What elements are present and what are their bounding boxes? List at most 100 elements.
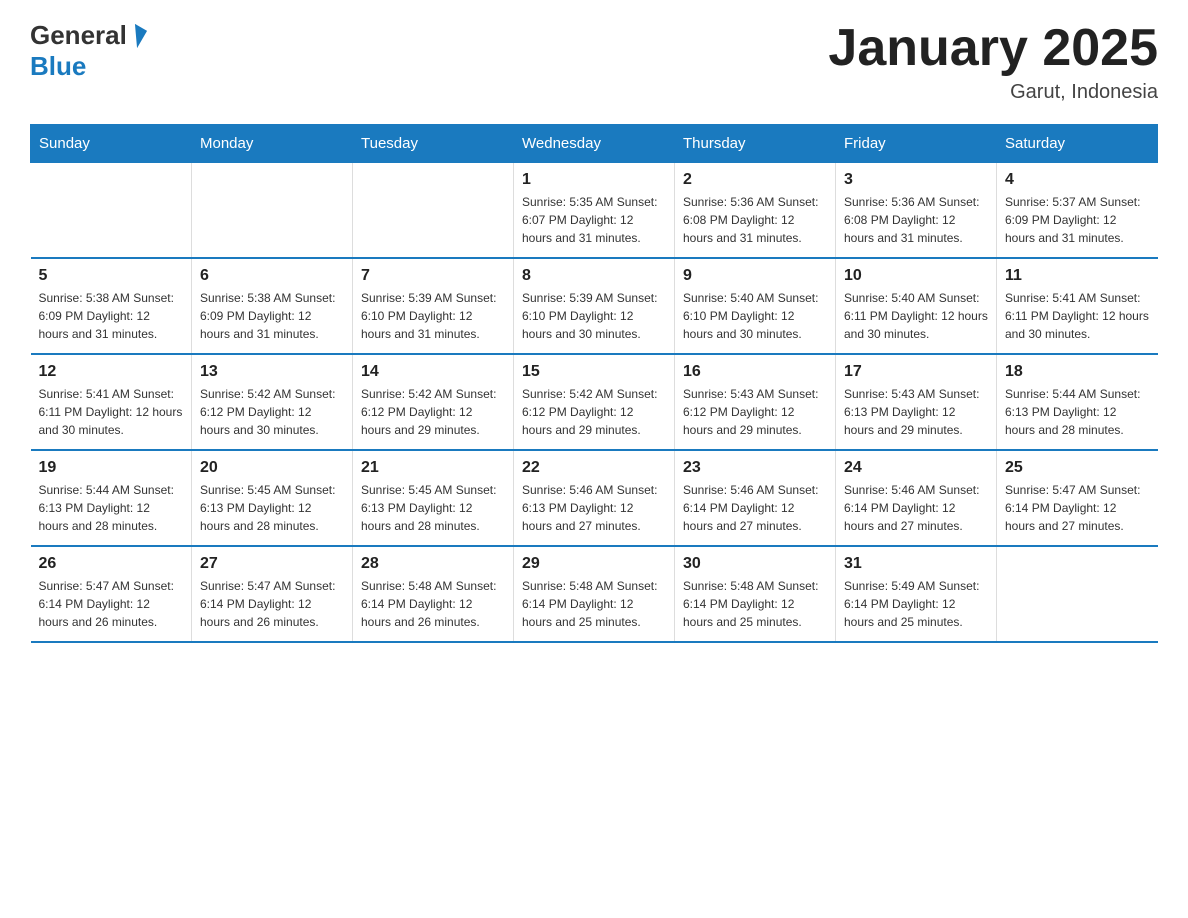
day-info: Sunrise: 5:46 AM Sunset: 6:13 PM Dayligh… — [522, 481, 666, 535]
day-number: 23 — [683, 459, 827, 477]
day-number: 14 — [361, 363, 505, 381]
calendar-day-cell: 17 Sunrise: 5:43 AM Sunset: 6:13 PM Dayli… — [836, 354, 997, 450]
calendar-table: SundayMondayTuesdayWednesdayThursdayFrid… — [30, 124, 1158, 643]
calendar-day-cell: 23 Sunrise: 5:46 AM Sunset: 6:14 PM Dayli… — [675, 450, 836, 546]
calendar-day-cell: 20 Sunrise: 5:45 AM Sunset: 6:13 PM Dayli… — [192, 450, 353, 546]
day-info: Sunrise: 5:42 AM Sunset: 6:12 PM Dayligh… — [361, 385, 505, 439]
day-number: 7 — [361, 267, 505, 285]
page-subtitle: Garut, Indonesia — [828, 81, 1158, 104]
calendar-day-cell: 3 Sunrise: 5:36 AM Sunset: 6:08 PM Daylig… — [836, 163, 997, 259]
day-info: Sunrise: 5:36 AM Sunset: 6:08 PM Dayligh… — [844, 193, 988, 247]
day-info: Sunrise: 5:45 AM Sunset: 6:13 PM Dayligh… — [361, 481, 505, 535]
calendar-day-cell: 1 Sunrise: 5:35 AM Sunset: 6:07 PM Daylig… — [514, 163, 675, 259]
calendar-day-cell: 16 Sunrise: 5:43 AM Sunset: 6:12 PM Dayli… — [675, 354, 836, 450]
day-info: Sunrise: 5:41 AM Sunset: 6:11 PM Dayligh… — [39, 385, 184, 439]
day-number: 11 — [1005, 267, 1150, 285]
title-area: January 2025 Garut, Indonesia — [828, 20, 1158, 104]
day-info: Sunrise: 5:43 AM Sunset: 6:13 PM Dayligh… — [844, 385, 988, 439]
calendar-day-cell: 9 Sunrise: 5:40 AM Sunset: 6:10 PM Daylig… — [675, 258, 836, 354]
day-number: 10 — [844, 267, 988, 285]
page-title: January 2025 — [828, 20, 1158, 77]
day-info: Sunrise: 5:48 AM Sunset: 6:14 PM Dayligh… — [683, 577, 827, 631]
calendar-day-cell: 15 Sunrise: 5:42 AM Sunset: 6:12 PM Dayli… — [514, 354, 675, 450]
logo-triangle-icon — [125, 23, 147, 47]
day-info: Sunrise: 5:40 AM Sunset: 6:10 PM Dayligh… — [683, 289, 827, 343]
calendar-day-cell: 25 Sunrise: 5:47 AM Sunset: 6:14 PM Dayli… — [997, 450, 1158, 546]
calendar-day-cell: 6 Sunrise: 5:38 AM Sunset: 6:09 PM Daylig… — [192, 258, 353, 354]
day-number: 1 — [522, 171, 666, 189]
day-info: Sunrise: 5:44 AM Sunset: 6:13 PM Dayligh… — [1005, 385, 1150, 439]
day-info: Sunrise: 5:36 AM Sunset: 6:08 PM Dayligh… — [683, 193, 827, 247]
calendar-header-cell: Sunday — [31, 125, 192, 163]
day-number: 19 — [39, 459, 184, 477]
day-info: Sunrise: 5:35 AM Sunset: 6:07 PM Dayligh… — [522, 193, 666, 247]
day-number: 15 — [522, 363, 666, 381]
calendar-day-cell: 7 Sunrise: 5:39 AM Sunset: 6:10 PM Daylig… — [353, 258, 514, 354]
day-number: 5 — [39, 267, 184, 285]
day-info: Sunrise: 5:43 AM Sunset: 6:12 PM Dayligh… — [683, 385, 827, 439]
day-info: Sunrise: 5:39 AM Sunset: 6:10 PM Dayligh… — [522, 289, 666, 343]
day-info: Sunrise: 5:45 AM Sunset: 6:13 PM Dayligh… — [200, 481, 344, 535]
day-info: Sunrise: 5:38 AM Sunset: 6:09 PM Dayligh… — [200, 289, 344, 343]
calendar-day-cell: 30Sunrise: 5:48 AM Sunset: 6:14 PM Dayli… — [675, 546, 836, 642]
day-number: 24 — [844, 459, 988, 477]
day-number: 16 — [683, 363, 827, 381]
day-number: 20 — [200, 459, 344, 477]
calendar-day-cell: 11 Sunrise: 5:41 AM Sunset: 6:11 PM Dayli… — [997, 258, 1158, 354]
day-number: 22 — [522, 459, 666, 477]
calendar-header-row: SundayMondayTuesdayWednesdayThursdayFrid… — [31, 125, 1158, 163]
day-info: Sunrise: 5:41 AM Sunset: 6:11 PM Dayligh… — [1005, 289, 1150, 343]
calendar-day-cell: 26 Sunrise: 5:47 AM Sunset: 6:14 PM Dayli… — [31, 546, 192, 642]
day-info: Sunrise: 5:40 AM Sunset: 6:11 PM Dayligh… — [844, 289, 988, 343]
day-number: 12 — [39, 363, 184, 381]
logo: General Blue — [30, 20, 145, 82]
calendar-day-cell: 2 Sunrise: 5:36 AM Sunset: 6:08 PM Daylig… — [675, 163, 836, 259]
day-number: 27 — [200, 555, 344, 573]
day-info: Sunrise: 5:42 AM Sunset: 6:12 PM Dayligh… — [200, 385, 344, 439]
calendar-day-cell: 13 Sunrise: 5:42 AM Sunset: 6:12 PM Dayli… — [192, 354, 353, 450]
day-number: 8 — [522, 267, 666, 285]
calendar-day-cell: 12 Sunrise: 5:41 AM Sunset: 6:11 PM Dayli… — [31, 354, 192, 450]
day-number: 29 — [522, 555, 666, 573]
calendar-week-row: 12 Sunrise: 5:41 AM Sunset: 6:11 PM Dayli… — [31, 354, 1158, 450]
calendar-day-cell: 27 Sunrise: 5:47 AM Sunset: 6:14 PM Dayli… — [192, 546, 353, 642]
day-info: Sunrise: 5:38 AM Sunset: 6:09 PM Dayligh… — [39, 289, 184, 343]
day-info: Sunrise: 5:47 AM Sunset: 6:14 PM Dayligh… — [39, 577, 184, 631]
calendar-day-cell: 31Sunrise: 5:49 AM Sunset: 6:14 PM Dayli… — [836, 546, 997, 642]
day-number: 4 — [1005, 171, 1150, 189]
day-number: 6 — [200, 267, 344, 285]
calendar-header-cell: Friday — [836, 125, 997, 163]
calendar-header-cell: Saturday — [997, 125, 1158, 163]
calendar-day-cell: 8 Sunrise: 5:39 AM Sunset: 6:10 PM Daylig… — [514, 258, 675, 354]
day-number: 25 — [1005, 459, 1150, 477]
calendar-day-cell: 10 Sunrise: 5:40 AM Sunset: 6:11 PM Dayli… — [836, 258, 997, 354]
day-info: Sunrise: 5:42 AM Sunset: 6:12 PM Dayligh… — [522, 385, 666, 439]
day-number: 13 — [200, 363, 344, 381]
day-number: 26 — [39, 555, 184, 573]
day-number: 2 — [683, 171, 827, 189]
calendar-header: SundayMondayTuesdayWednesdayThursdayFrid… — [31, 125, 1158, 163]
calendar-day-cell: 28 Sunrise: 5:48 AM Sunset: 6:14 PM Dayli… — [353, 546, 514, 642]
logo-general-text: General — [30, 20, 127, 51]
calendar-week-row: 26 Sunrise: 5:47 AM Sunset: 6:14 PM Dayli… — [31, 546, 1158, 642]
day-number: 3 — [844, 171, 988, 189]
day-info: Sunrise: 5:48 AM Sunset: 6:14 PM Dayligh… — [361, 577, 505, 631]
day-info: Sunrise: 5:44 AM Sunset: 6:13 PM Dayligh… — [39, 481, 184, 535]
calendar-day-cell — [31, 163, 192, 259]
calendar-header-cell: Monday — [192, 125, 353, 163]
day-info: Sunrise: 5:37 AM Sunset: 6:09 PM Dayligh… — [1005, 193, 1150, 247]
day-info: Sunrise: 5:39 AM Sunset: 6:10 PM Dayligh… — [361, 289, 505, 343]
day-info: Sunrise: 5:48 AM Sunset: 6:14 PM Dayligh… — [522, 577, 666, 631]
day-info: Sunrise: 5:47 AM Sunset: 6:14 PM Dayligh… — [200, 577, 344, 631]
day-info: Sunrise: 5:46 AM Sunset: 6:14 PM Dayligh… — [844, 481, 988, 535]
day-info: Sunrise: 5:46 AM Sunset: 6:14 PM Dayligh… — [683, 481, 827, 535]
calendar-header-cell: Wednesday — [514, 125, 675, 163]
day-number: 28 — [361, 555, 505, 573]
day-number: 18 — [1005, 363, 1150, 381]
calendar-day-cell — [353, 163, 514, 259]
day-number: 9 — [683, 267, 827, 285]
day-info: Sunrise: 5:47 AM Sunset: 6:14 PM Dayligh… — [1005, 481, 1150, 535]
calendar-body: 1 Sunrise: 5:35 AM Sunset: 6:07 PM Daylig… — [31, 163, 1158, 643]
day-number: 17 — [844, 363, 988, 381]
calendar-day-cell: 18 Sunrise: 5:44 AM Sunset: 6:13 PM Dayli… — [997, 354, 1158, 450]
